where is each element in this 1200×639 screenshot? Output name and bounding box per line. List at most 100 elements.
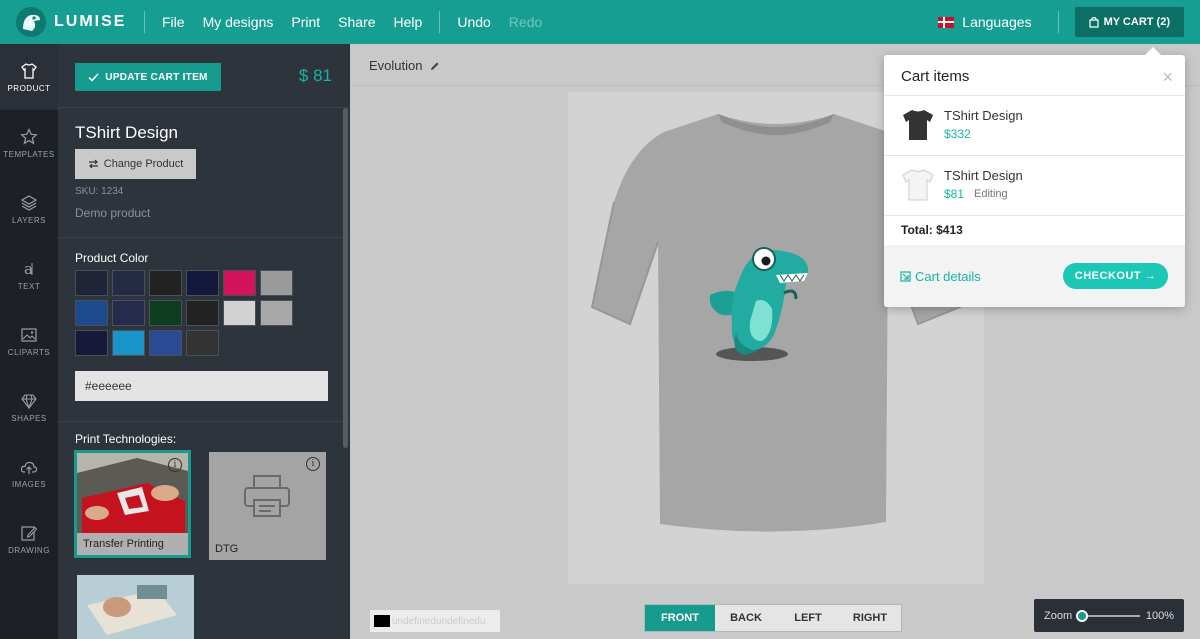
- rail-label: TEXT: [17, 281, 41, 291]
- bag-icon: [1088, 16, 1099, 28]
- diamond-icon: [21, 393, 37, 410]
- logo[interactable]: LUMISE: [0, 0, 136, 44]
- color-swatch[interactable]: [223, 270, 256, 296]
- tech-screen-printing[interactable]: [77, 575, 194, 639]
- color-swatch[interactable]: [186, 270, 219, 296]
- color-chip: [374, 615, 390, 627]
- cart-item-name: TShirt Design: [944, 168, 1023, 183]
- product-sku: SKU: 1234: [75, 186, 124, 197]
- design-name[interactable]: Evolution: [369, 58, 440, 73]
- my-cart-label: MY CART (2): [1103, 16, 1170, 28]
- color-swatch[interactable]: [75, 300, 108, 326]
- tech-dtg[interactable]: i DTG: [209, 452, 326, 560]
- tech-label: Transfer Printing: [77, 533, 188, 555]
- view-switcher: FRONT BACK LEFT RIGHT: [644, 604, 902, 632]
- color-swatch[interactable]: [186, 330, 219, 356]
- divider: [144, 11, 145, 33]
- panel-scrollbar[interactable]: [343, 108, 348, 448]
- view-right-button[interactable]: RIGHT: [839, 605, 901, 631]
- white-tshirt-thumbnail: [902, 169, 934, 201]
- color-swatch[interactable]: [260, 300, 293, 326]
- rail-templates[interactable]: TEMPLATES: [0, 110, 58, 176]
- rail-layers[interactable]: LAYERS: [0, 176, 58, 242]
- divider: [884, 95, 1185, 96]
- top-bar: LUMISE File My designs Print Share Help …: [0, 0, 1200, 44]
- rail-images[interactable]: IMAGES: [0, 440, 58, 506]
- info-icon[interactable]: i: [168, 458, 182, 472]
- redo-button[interactable]: Redo: [500, 14, 551, 30]
- view-back-button[interactable]: BACK: [715, 605, 777, 631]
- color-swatch[interactable]: [149, 330, 182, 356]
- color-swatch[interactable]: [223, 300, 256, 326]
- color-swatch[interactable]: [112, 300, 145, 326]
- change-product-label: Change Product: [103, 158, 184, 170]
- tshirt-icon: [21, 62, 37, 79]
- my-cart-button[interactable]: MY CART (2): [1074, 7, 1184, 37]
- menu-my-designs[interactable]: My designs: [194, 14, 283, 30]
- menu-share[interactable]: Share: [329, 14, 384, 30]
- update-label: UPDATE CART ITEM: [105, 71, 208, 83]
- close-icon[interactable]: ×: [1162, 67, 1173, 88]
- design-name-label: Evolution: [369, 58, 423, 73]
- divider: [58, 107, 350, 108]
- rail-shapes[interactable]: SHAPES: [0, 374, 58, 440]
- rail-drawing[interactable]: DRAWING: [0, 506, 58, 572]
- color-swatch[interactable]: [149, 270, 182, 296]
- layer-text: undefinedundefinedu: [392, 615, 486, 627]
- color-swatch[interactable]: [149, 300, 182, 326]
- rail-product[interactable]: PRODUCT: [0, 44, 58, 110]
- menu-help[interactable]: Help: [385, 14, 432, 30]
- view-left-button[interactable]: LEFT: [777, 605, 839, 631]
- cart-details-link[interactable]: Cart details: [900, 269, 981, 284]
- color-swatch[interactable]: [112, 330, 145, 356]
- divider: [439, 11, 441, 33]
- color-swatch[interactable]: [75, 270, 108, 296]
- color-swatch[interactable]: [75, 330, 108, 356]
- rail-text[interactable]: a TEXT: [0, 242, 58, 308]
- cart-popup-title: Cart items: [901, 68, 970, 85]
- dinosaur-design[interactable]: [700, 237, 830, 367]
- languages-menu[interactable]: Languages: [938, 14, 1032, 30]
- text-icon: a: [24, 260, 33, 278]
- cart-details-label: Cart details: [915, 269, 981, 284]
- tech-label: DTG: [209, 538, 326, 560]
- cart-item[interactable]: TShirt Design $332: [884, 97, 1185, 155]
- pencil-icon: [21, 525, 38, 541]
- checkout-button[interactable]: CHECKOUT →: [1063, 263, 1168, 289]
- divider: [1057, 11, 1059, 33]
- check-icon: [88, 72, 99, 82]
- rail-label: SHAPES: [11, 413, 47, 423]
- tech-transfer-printing[interactable]: i Transfer Printing: [74, 450, 191, 558]
- product-price: $ 81: [298, 66, 332, 85]
- menu-print[interactable]: Print: [282, 14, 329, 30]
- update-cart-item-button[interactable]: UPDATE CART ITEM: [75, 63, 221, 91]
- divider: [884, 215, 1185, 216]
- color-swatch[interactable]: [186, 300, 219, 326]
- zoom-value: 100%: [1145, 609, 1174, 622]
- print-technologies-title: Print Technologies:: [75, 432, 177, 446]
- cart-item[interactable]: TShirt Design $81 Editing: [884, 157, 1185, 215]
- zoom-slider[interactable]: [1076, 609, 1140, 622]
- rail-cliparts[interactable]: CLIPARTS: [0, 308, 58, 374]
- brand-name: LUMISE: [54, 13, 127, 30]
- menu-file[interactable]: File: [153, 14, 194, 30]
- star-icon: [20, 127, 38, 145]
- cart-item-price: $81: [944, 187, 965, 201]
- dino-logo-icon: [16, 7, 46, 37]
- product-name: TShirt Design: [75, 123, 178, 142]
- zoom-control: Zoom 100%: [1034, 599, 1184, 632]
- product-description: Demo product: [75, 206, 151, 220]
- cart-item-name: TShirt Design: [944, 108, 1023, 123]
- rail-label: CLIPARTS: [7, 347, 51, 357]
- color-hex-input[interactable]: #eeeeee: [75, 371, 328, 401]
- view-front-button[interactable]: FRONT: [645, 605, 715, 631]
- zoom-slider-knob[interactable]: [1076, 609, 1089, 622]
- color-swatch[interactable]: [112, 270, 145, 296]
- layer-color-indicator[interactable]: undefinedundefinedu: [370, 610, 500, 632]
- printer-icon: [244, 475, 290, 517]
- layers-icon: [20, 194, 38, 211]
- info-icon[interactable]: i: [306, 457, 320, 471]
- color-swatch[interactable]: [260, 270, 293, 296]
- change-product-button[interactable]: Change Product: [75, 149, 196, 179]
- undo-button[interactable]: Undo: [448, 14, 499, 30]
